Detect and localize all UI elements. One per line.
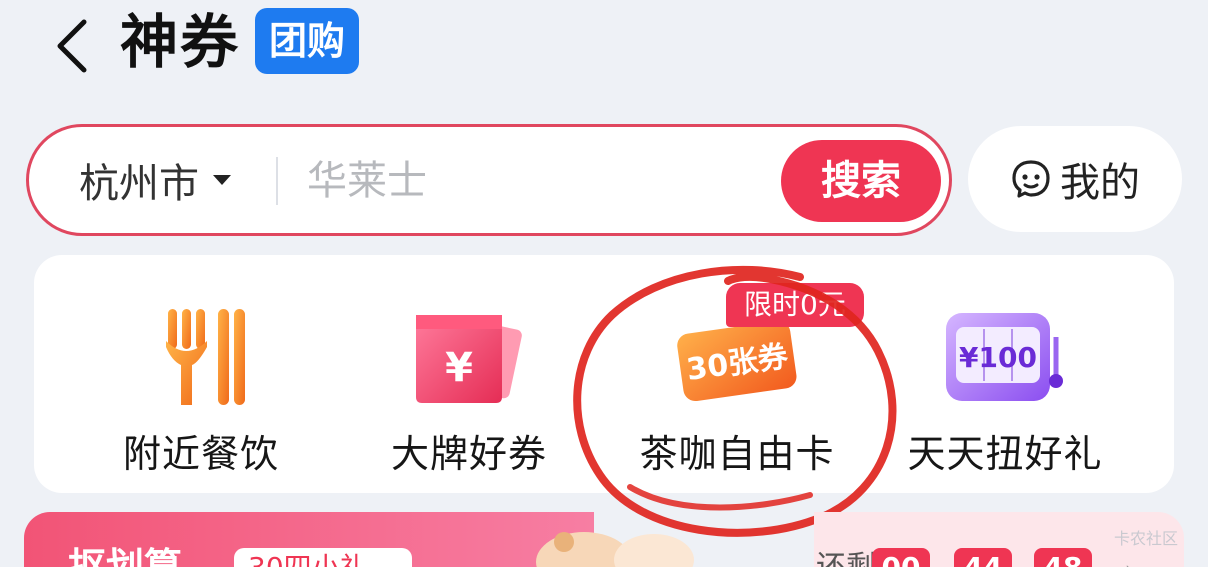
divider xyxy=(276,157,278,205)
back-button[interactable] xyxy=(50,14,100,74)
category-label: 大牌好券 xyxy=(390,432,547,476)
promo-badge: 限时0元 xyxy=(726,283,864,327)
user-face-icon xyxy=(1012,160,1050,198)
category-label: 天天扭好礼 xyxy=(907,432,1103,476)
category-nearby-food[interactable]: 附近餐饮 xyxy=(76,255,326,493)
header: 神券 团购 xyxy=(0,0,1208,110)
svg-text:¥: ¥ xyxy=(445,345,473,391)
city-label: 杭州市 xyxy=(79,161,199,207)
slot-machine-icon: ¥100 xyxy=(946,313,1063,401)
chevron-right-icon: › xyxy=(1124,554,1136,567)
search-input[interactable] xyxy=(307,151,777,211)
countdown-minutes: 44 xyxy=(954,548,1012,567)
svg-text:¥100: ¥100 xyxy=(959,341,1037,374)
dumpling-illustration-icon xyxy=(536,532,694,567)
category-brand-coupons[interactable]: ¥ 大牌好券 xyxy=(344,255,594,493)
category-label: 茶咖自由卡 xyxy=(639,432,835,476)
search-button[interactable]: 搜索 xyxy=(781,140,941,222)
mine-button[interactable]: 我的 xyxy=(968,126,1182,232)
mine-label: 我的 xyxy=(1060,160,1140,206)
search-bar: 杭州市 搜索 xyxy=(26,124,952,236)
category-card: 附近餐饮 ¥ 大牌好券 30张券 茶咖自由卡 ¥100 天天扭好礼 xyxy=(34,255,1174,493)
countdown-label: 还剩 xyxy=(816,542,876,567)
category-daily-gift[interactable]: ¥100 天天扭好礼 xyxy=(880,255,1130,493)
caret-down-icon xyxy=(213,175,231,185)
category-label: 附近餐饮 xyxy=(122,432,279,476)
watermark: 卡农社区 xyxy=(1114,529,1179,548)
countdown-seconds: 48 xyxy=(1034,548,1092,567)
coupon-icon: ¥ xyxy=(416,315,522,403)
countdown-hours: 00 xyxy=(872,548,930,567)
flash-sale-title: 抠划算 xyxy=(68,545,183,567)
title-badge: 团购 xyxy=(255,8,360,74)
flash-sale-strip[interactable]: 抠划算 30四小礼 还剩 00 44 48 › xyxy=(24,512,1184,567)
fork-icon xyxy=(166,309,245,405)
page-title: 神券 xyxy=(120,8,241,76)
flash-sale-pill: 30四小礼 xyxy=(234,548,412,567)
chevron-left-icon xyxy=(57,19,87,73)
city-selector[interactable]: 杭州市 xyxy=(79,149,231,211)
